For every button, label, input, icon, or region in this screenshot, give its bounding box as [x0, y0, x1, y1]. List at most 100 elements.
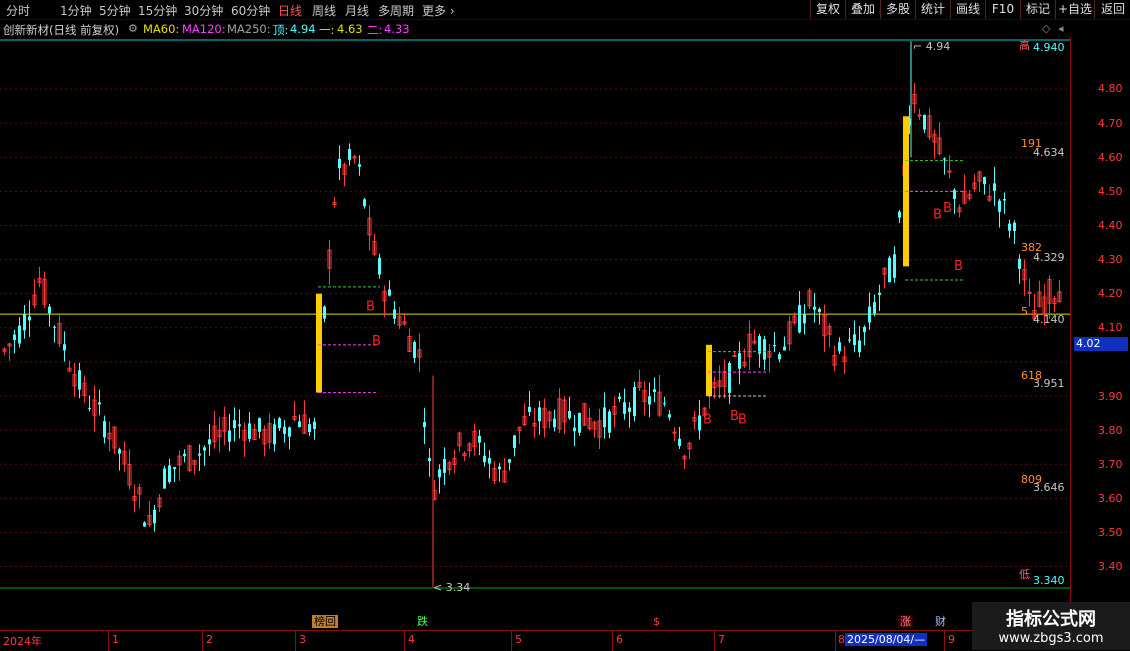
candle-body	[63, 344, 66, 351]
date-divider	[108, 631, 109, 651]
candle-body	[348, 149, 351, 160]
btn-f10[interactable]: F10	[985, 0, 1020, 19]
candle-body	[868, 306, 871, 323]
candle-body	[358, 164, 361, 167]
buy-signal: B	[954, 259, 963, 274]
period-tab-fenshi[interactable]: 分时	[6, 2, 30, 19]
candle-body	[698, 415, 701, 431]
candle-body	[1003, 198, 1006, 201]
candle-body	[478, 435, 481, 443]
date-label: 7	[718, 633, 725, 646]
candle-body	[203, 447, 206, 451]
candle-body	[48, 306, 51, 314]
candle-body	[873, 302, 876, 314]
candle-body	[338, 158, 341, 169]
candle-body	[313, 421, 316, 429]
candle-body	[648, 396, 651, 405]
candle-body	[288, 427, 291, 437]
period-toolbar: 分时 1分钟 5分钟 15分钟 30分钟 60分钟 日线 周线 月线 多周期 更…	[0, 0, 1130, 20]
candle-body	[163, 468, 166, 489]
period-tab-5min[interactable]: 5分钟	[99, 2, 131, 19]
candle-body	[553, 418, 556, 428]
two-value: 4.33	[384, 22, 410, 36]
btn-overlay[interactable]: 叠加	[845, 0, 880, 19]
indicator-info-bar: 创新新材(日线 前复权) ⚙ MA60: MA120: MA250: 顶: 4.…	[0, 20, 1070, 37]
event-marker[interactable]: $	[651, 615, 662, 628]
candle-body	[578, 412, 581, 433]
candle-body	[898, 211, 901, 218]
event-marker[interactable]: 跌	[415, 615, 430, 628]
buy-signal: B	[933, 208, 942, 223]
candle-body	[233, 420, 236, 429]
diamond-icon[interactable]: ◇	[1042, 22, 1050, 35]
one-value: 4.63	[337, 22, 363, 36]
candle-body	[228, 430, 231, 442]
candle-body	[858, 340, 861, 353]
event-marker[interactable]: 榜回	[312, 615, 338, 628]
btn-mark[interactable]: 标记	[1020, 0, 1055, 19]
candle-body	[728, 363, 731, 393]
candle-body	[238, 424, 241, 427]
candle-body	[208, 439, 211, 445]
candle-body	[573, 427, 576, 432]
period-tab-30min[interactable]: 30分钟	[184, 2, 223, 19]
date-divider	[714, 631, 715, 651]
event-marker[interactable]: 涨	[898, 615, 913, 628]
period-tab-1min[interactable]: 1分钟	[60, 2, 92, 19]
settings-gear-icon[interactable]: ⚙	[128, 22, 138, 35]
axis-label: 4.60	[1098, 151, 1123, 164]
candle-body	[98, 402, 101, 405]
btn-restore-rights[interactable]: 复权	[810, 0, 845, 19]
candle-body	[298, 421, 301, 427]
candle-body	[1008, 223, 1011, 231]
btn-back[interactable]: 返回	[1094, 0, 1130, 19]
candle-body	[13, 334, 16, 341]
candle-body	[618, 396, 621, 399]
candle-body	[758, 336, 761, 354]
period-tab-daily[interactable]: 日线	[278, 2, 302, 19]
candle-body	[993, 183, 996, 191]
btn-draw-line[interactable]: 画线	[950, 0, 985, 19]
axis-label: 4.70	[1098, 117, 1123, 130]
candle-body	[798, 305, 801, 333]
axis-label: 3.90	[1098, 390, 1123, 403]
event-marker[interactable]: 财	[933, 615, 948, 628]
candle-body	[378, 257, 381, 275]
period-tab-monthly[interactable]: 月线	[345, 2, 369, 19]
candle-body	[678, 438, 681, 446]
candle-body	[483, 455, 486, 463]
expand-icon[interactable]: ◂	[1058, 22, 1064, 35]
period-tab-60min[interactable]: 60分钟	[231, 2, 270, 19]
axis-label: 3.70	[1098, 458, 1123, 471]
period-tab-weekly[interactable]: 周线	[312, 2, 336, 19]
period-tab-more[interactable]: 更多 ›	[422, 2, 455, 19]
date-divider	[612, 631, 613, 651]
candle-body	[783, 346, 786, 351]
period-tab-multi[interactable]: 多周期	[378, 2, 414, 19]
candle-body	[352, 156, 357, 159]
candlestick-chart[interactable]: BBB B BB BB⌐ 4.94< 3.34	[0, 37, 1070, 629]
candle-body	[28, 316, 31, 321]
buy-signal: B	[703, 412, 712, 427]
candle-body	[78, 370, 81, 390]
btn-add-watchlist[interactable]: +自选	[1055, 0, 1094, 19]
one-label: 一:	[319, 23, 335, 37]
date-axis: 2024年 1 2 3 4 5 6 7 8 2025/08/04/— 9	[0, 630, 1130, 651]
candle-body	[118, 449, 121, 454]
date-divider	[404, 631, 405, 651]
date-label: 3	[299, 633, 306, 646]
candle-body	[168, 465, 171, 482]
fib-value-5: 4.140	[1033, 313, 1065, 326]
top-label: 顶:	[273, 23, 289, 37]
candle-body	[323, 306, 326, 319]
period-tab-15min[interactable]: 15分钟	[138, 2, 177, 19]
btn-multi-stock[interactable]: 多股	[880, 0, 915, 19]
candle-body	[538, 407, 541, 422]
candle-body	[438, 469, 441, 478]
btn-statistics[interactable]: 统计	[915, 0, 950, 19]
fib-value-382: 4.329	[1033, 251, 1065, 264]
candle-body	[183, 453, 186, 457]
high-price-label: ⌐ 4.94	[913, 40, 950, 53]
candle-body	[248, 423, 251, 439]
fib-value-618: 3.951	[1033, 377, 1065, 390]
